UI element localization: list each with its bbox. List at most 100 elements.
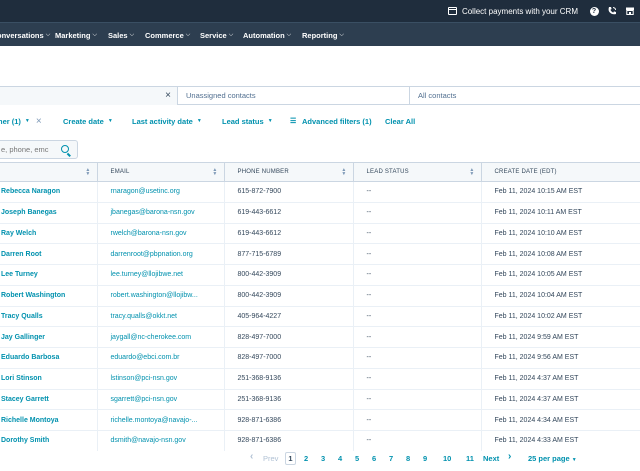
chevron-down-icon: ⌵ [228,31,234,38]
page-button[interactable]: 9 [423,454,427,463]
table-row[interactable]: Robert Washington robert.washington@lloji… [0,285,640,307]
tab-current-view[interactable]: × [0,86,178,105]
contact-name-link[interactable]: Tracy Qualls [0,306,98,328]
sort-icon[interactable]: ▲ ▼ [85,168,90,177]
email-cell[interactable]: tracy.qualls@okkt.net [97,306,225,328]
tab-all-contacts[interactable]: All contacts [410,86,640,105]
nav-item-label: Marketing [55,30,91,40]
nav-item-reporting[interactable]: Reporting ⌵ [302,31,344,40]
credit-card-icon [447,7,457,15]
advanced-filters-button[interactable]: ☰ Advanced filters (1) [290,117,372,126]
contact-name-link[interactable]: Lori Stinson [0,368,98,390]
table-row[interactable]: Richelle Montoya richelle.montoya@navajo-… [0,409,640,431]
email-cell[interactable]: lstinson@pci-nsn.gov [97,368,225,390]
page-button[interactable]: 10 [443,454,451,463]
nav-item-conversations[interactable]: onversations ⌵ [0,31,50,40]
sort-icon[interactable]: ▲ ▼ [469,168,474,177]
contact-name-link[interactable]: Lee Turney [0,264,98,286]
chevron-down-icon: ⌵ [129,31,135,38]
sort-icon[interactable]: ▲ ▼ [212,168,217,177]
collect-payments-link[interactable]: Collect payments with your CRM [447,4,578,18]
create-date-cell: Feb 11, 2024 9:56 AM EST [481,347,640,369]
email-cell[interactable]: rwelch@barona-nsn.gov [97,223,225,245]
email-cell[interactable]: jbanegas@barona-nsn.gov [97,202,225,224]
table-row[interactable]: Joseph Banegas jbanegas@barona-nsn.gov 619… [0,202,640,224]
contact-owner-filter[interactable]: ner (1) ▼ × [0,116,42,127]
nav-item-automation[interactable]: Automation ⌵ [243,31,291,40]
table-row[interactable]: Tracy Qualls tracy.qualls@okkt.net 405-964… [0,306,640,328]
contact-name-link[interactable]: Richelle Montoya [0,409,98,431]
table-row[interactable]: Dorothy Smith dsmith@navajo-nsn.gov 928-87… [0,430,640,451]
calling-button[interactable] [606,5,618,17]
help-button[interactable]: ? [588,5,600,17]
clear-filter-icon[interactable]: × [36,116,42,127]
email-cell[interactable]: robert.washington@llojibw... [97,285,225,307]
table-row[interactable]: Ray Welch rwelch@barona-nsn.gov 619-443-66… [0,223,640,245]
page-button[interactable]: 11 [466,454,474,463]
search-input[interactable] [0,145,57,154]
table-row[interactable]: Lee Turney lee.turney@llojibwe.net 800-442… [0,264,640,286]
page-button[interactable]: 2 [304,454,308,463]
per-page-dropdown[interactable]: 25 per page ▼ [528,454,577,463]
sort-icon[interactable]: ▲ ▼ [341,168,346,177]
page-button[interactable]: 8 [406,454,410,463]
column-header-lead-status[interactable]: LEAD STATUS ▲ ▼ [353,162,482,182]
column-header-create-date[interactable]: CREATE DATE (EDT) [481,162,640,182]
page-button[interactable]: 3 [321,454,325,463]
page-button-current[interactable]: 1 [285,452,296,465]
tab-unassigned-contacts[interactable]: Unassigned contacts [178,86,410,105]
lead-status-cell: -- [353,430,482,451]
prev-page-button[interactable]: Prev [263,454,278,463]
nav-item-commerce[interactable]: Commerce ⌵ [145,31,190,40]
column-header-email[interactable]: EMAIL ▲ ▼ [97,162,225,182]
email-cell[interactable]: rnaragon@usetinc.org [97,181,225,203]
email-cell[interactable]: jaygall@nc-cherokee.com [97,326,225,348]
lead-status-filter[interactable]: Lead status ▼ [222,117,273,126]
phone-cell: 800-442-3909 [224,264,354,286]
chevron-right-icon[interactable]: › [508,451,511,462]
contact-name-link[interactable]: Darren Root [0,243,98,265]
next-page-button[interactable]: Next [483,454,499,463]
nav-item-service[interactable]: Service ⌵ [200,31,233,40]
contact-name-link[interactable]: Joseph Banegas [0,202,98,224]
marketplace-button[interactable] [624,5,636,17]
contact-name-link[interactable]: Stacey Garrett [0,389,98,411]
table-row[interactable]: Lori Stinson lstinson@pci-nsn.gov 251-368-… [0,368,640,390]
email-cell[interactable]: lee.turney@llojibwe.net [97,264,225,286]
nav-item-sales[interactable]: Sales ⌵ [108,31,134,40]
table-row[interactable]: Jay Gallinger jaygall@nc-cherokee.com 828-… [0,326,640,348]
close-icon[interactable]: × [165,90,171,101]
nav-item-marketing[interactable]: Marketing ⌵ [55,31,97,40]
last-activity-filter[interactable]: Last activity date ▼ [132,117,202,126]
search-icon[interactable] [61,145,69,153]
contact-name-link[interactable]: Eduardo Barbosa [0,347,98,369]
contact-name-link[interactable]: Rebecca Naragon [0,181,98,203]
contact-name-link[interactable]: Ray Welch [0,223,98,245]
email-cell[interactable]: sgarrett@pci-nsn.gov [97,389,225,411]
email-cell[interactable]: dsmith@navajo-nsn.gov [97,430,225,451]
chevron-left-icon[interactable]: ‹ [250,451,253,462]
email-cell[interactable]: richelle.montoya@navajo-... [97,409,225,431]
page-button[interactable]: 6 [372,454,376,463]
table-row[interactable]: Darren Root darrenroot@pbpnation.org 877-7… [0,243,640,265]
email-cell[interactable]: eduardo@ebci.com.br [97,347,225,369]
clear-all-button[interactable]: Clear All [385,117,415,126]
caret-down-icon: ▼ [196,118,202,124]
create-date-filter[interactable]: Create date ▼ [63,117,113,126]
table-row[interactable]: Eduardo Barbosa eduardo@ebci.com.br 828-49… [0,347,640,369]
contact-name-link[interactable]: Robert Washington [0,285,98,307]
email-cell[interactable]: darrenroot@pbpnation.org [97,243,225,265]
column-header-phone[interactable]: PHONE NUMBER ▲ ▼ [224,162,354,182]
create-date-cell: Feb 11, 2024 4:33 AM EST [481,430,640,451]
column-header-label: PHONE NUMBER [237,169,289,175]
create-date-cell: Feb 11, 2024 10:04 AM EST [481,285,640,307]
contact-name-link[interactable]: Jay Gallinger [0,326,98,348]
column-header-name[interactable]: ▲ ▼ [0,162,98,182]
lead-status-cell: -- [353,306,482,328]
page-button[interactable]: 4 [338,454,342,463]
page-button[interactable]: 7 [389,454,393,463]
table-row[interactable]: Rebecca Naragon rnaragon@usetinc.org 615-8… [0,181,640,203]
contact-name-link[interactable]: Dorothy Smith [0,430,98,451]
table-row[interactable]: Stacey Garrett sgarrett@pci-nsn.gov 251-36… [0,389,640,411]
page-button[interactable]: 5 [355,454,359,463]
